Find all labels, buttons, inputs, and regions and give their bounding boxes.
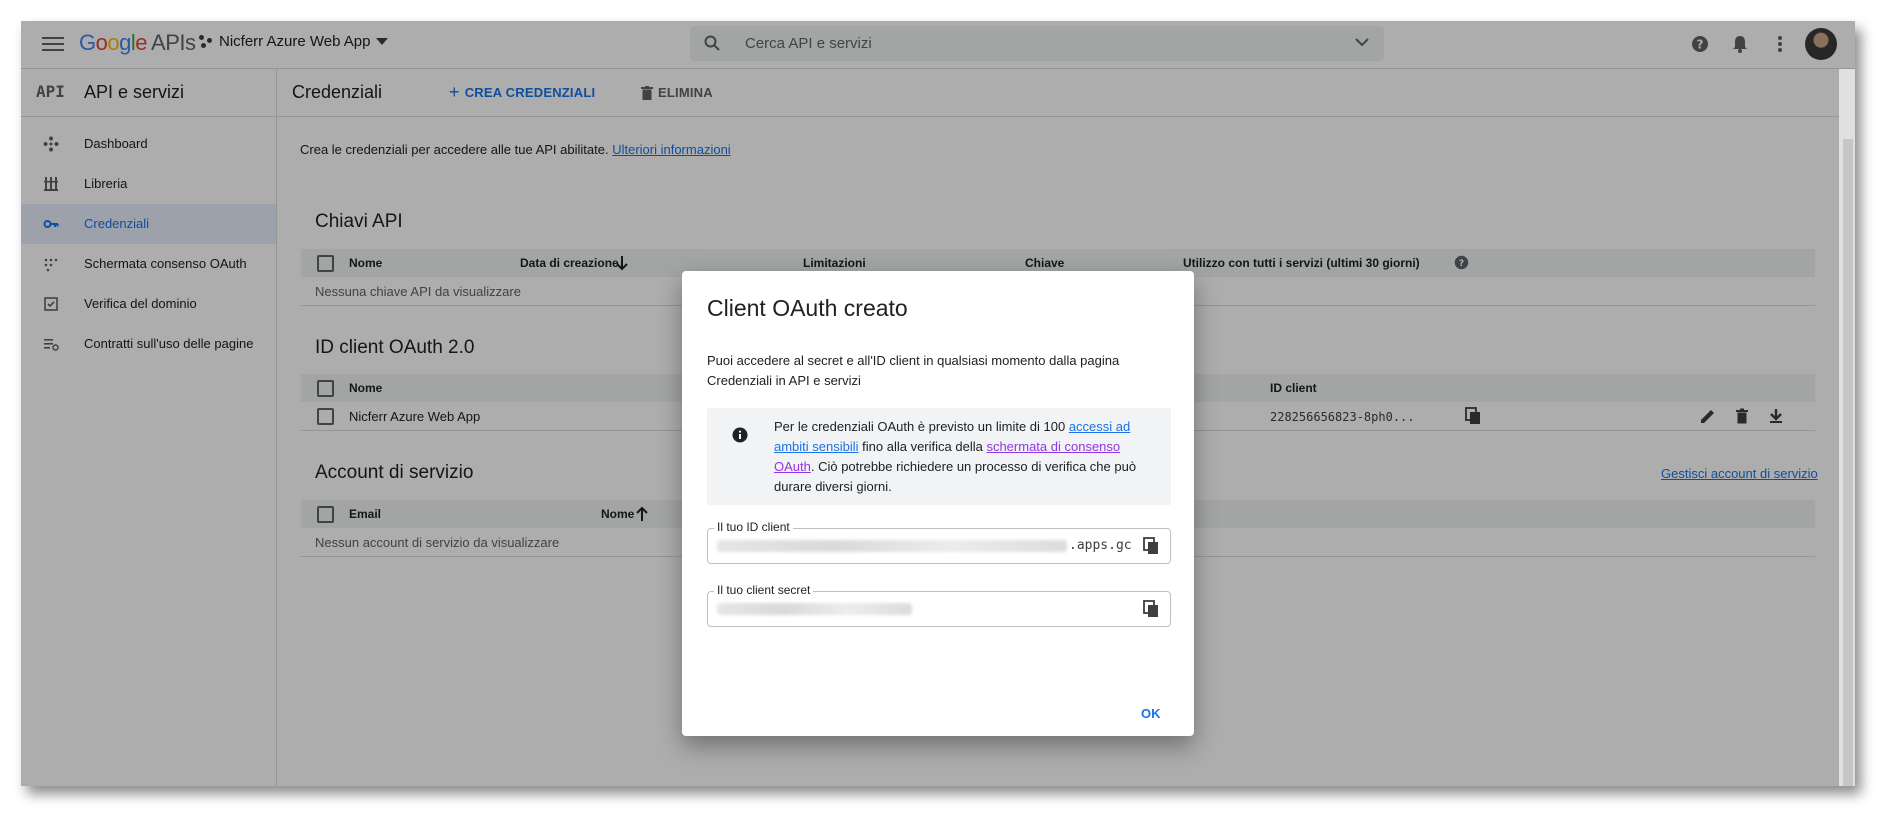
info-box: Per le credenziali OAuth è previsto un l… [707,408,1171,505]
info-text-3: . Ciò potrebbe richiedere un processo di… [774,459,1137,494]
client-id-suffix: .apps.gc [1069,538,1132,553]
client-secret-label: Il tuo client secret [714,583,814,597]
browser-window: Google APIs Nicferr Azure Web App Cerca A… [21,21,1855,786]
scrollbar-track[interactable] [1839,69,1855,786]
client-secret-field[interactable]: Il tuo client secret [707,583,1171,627]
info-text-2: fino alla verifica della [858,439,987,454]
info-icon [732,427,748,443]
dialog-title: Client OAuth creato [707,295,908,321]
ok-button[interactable]: OK [1141,706,1161,721]
client-id-label: Il tuo ID client [714,520,793,534]
info-text: Per le credenziali OAuth è previsto un l… [774,417,1154,497]
dialog-body: Puoi accedere al secret e all'ID client … [707,353,1120,388]
info-text-1: Per le credenziali OAuth è previsto un l… [774,419,1069,434]
client-secret-value-redacted [717,603,912,615]
copy-icon[interactable] [1142,600,1160,618]
copy-icon[interactable] [1142,537,1160,555]
client-id-field[interactable]: Il tuo ID client .apps.gc [707,520,1171,564]
oauth-created-dialog: Client OAuth creato Puoi accedere al sec… [682,271,1194,736]
client-id-value-redacted [717,540,1067,552]
scrollbar-thumb[interactable] [1843,139,1853,786]
